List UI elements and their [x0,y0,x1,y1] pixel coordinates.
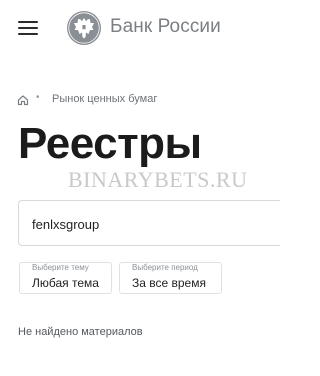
watermark: BINARYBETS.RU [68,167,248,192]
breadcrumb-separator: • [36,92,40,103]
double-headed-eagle-emblem-icon [67,11,101,45]
search-field[interactable] [18,200,280,246]
topic-select-value: Любая тема [32,276,99,290]
menu-button[interactable] [18,20,38,36]
breadcrumb-item-securities-market[interactable]: Рынок ценных бумаг [52,93,157,105]
hamburger-menu-icon [18,21,38,23]
period-select[interactable]: Выберите период За все время [119,262,222,294]
search-input[interactable] [32,214,262,234]
period-select-caption: Выберите период [132,263,198,272]
bank-name[interactable]: Банк России [110,16,221,38]
empty-results-message: Не найдено материалов [18,326,143,338]
bank-logo[interactable] [66,10,102,46]
topic-select[interactable]: Выберите тему Любая тема [19,262,112,294]
home-icon[interactable] [17,93,29,106]
topic-select-caption: Выберите тему [32,263,89,272]
period-select-value: За все время [132,276,206,290]
page-title: Реестры [18,119,202,168]
